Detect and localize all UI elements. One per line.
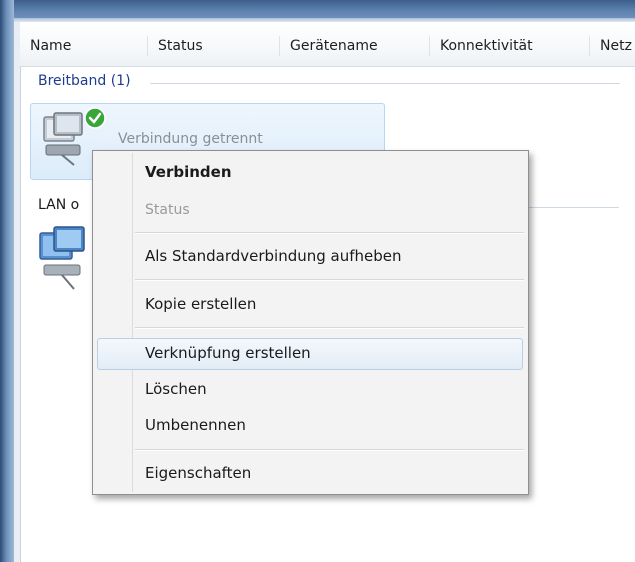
- group-header-broadband[interactable]: Breitband (1): [38, 73, 131, 89]
- group-divider: [150, 83, 620, 84]
- menu-gutter: [132, 153, 133, 492]
- window-left-frame: [0, 0, 14, 562]
- connection-name: Verbindung getrennt: [118, 131, 263, 147]
- window-left-border: [14, 0, 21, 562]
- column-name[interactable]: Name: [20, 36, 148, 56]
- column-header-bar: Name Status Gerätename Konnektivität Net…: [20, 22, 635, 67]
- menu-item-delete[interactable]: Löschen: [145, 380, 207, 398]
- menu-item-properties[interactable]: Eigenschaften: [145, 464, 251, 482]
- lan-computer-icon: [39, 226, 85, 290]
- menu-item-status[interactable]: Status: [145, 202, 190, 218]
- column-device-name[interactable]: Gerätename: [280, 36, 430, 56]
- context-menu: Verbinden Status Als Standardverbindung …: [92, 150, 529, 495]
- column-status[interactable]: Status: [148, 36, 280, 56]
- menu-item-copy[interactable]: Kopie erstellen: [145, 295, 256, 313]
- menu-item-create-shortcut[interactable]: Verknüpfung erstellen: [145, 344, 311, 362]
- group-header-lan[interactable]: LAN o: [38, 197, 79, 213]
- menu-separator: [135, 279, 524, 281]
- menu-item-verbinden[interactable]: Verbinden: [145, 163, 232, 181]
- menu-item-rename[interactable]: Umbenennen: [145, 416, 246, 434]
- menu-separator: [135, 232, 524, 234]
- menu-separator: [135, 449, 524, 451]
- menu-separator: [135, 327, 524, 329]
- window-title-strip: [14, 0, 635, 22]
- check-badge-icon: [84, 107, 106, 129]
- group-divider-lan: [529, 207, 619, 208]
- column-connectivity[interactable]: Konnektivität: [430, 36, 590, 56]
- menu-item-set-default[interactable]: Als Standardverbindung aufheben: [145, 247, 402, 265]
- column-network[interactable]: Netz: [590, 36, 635, 56]
